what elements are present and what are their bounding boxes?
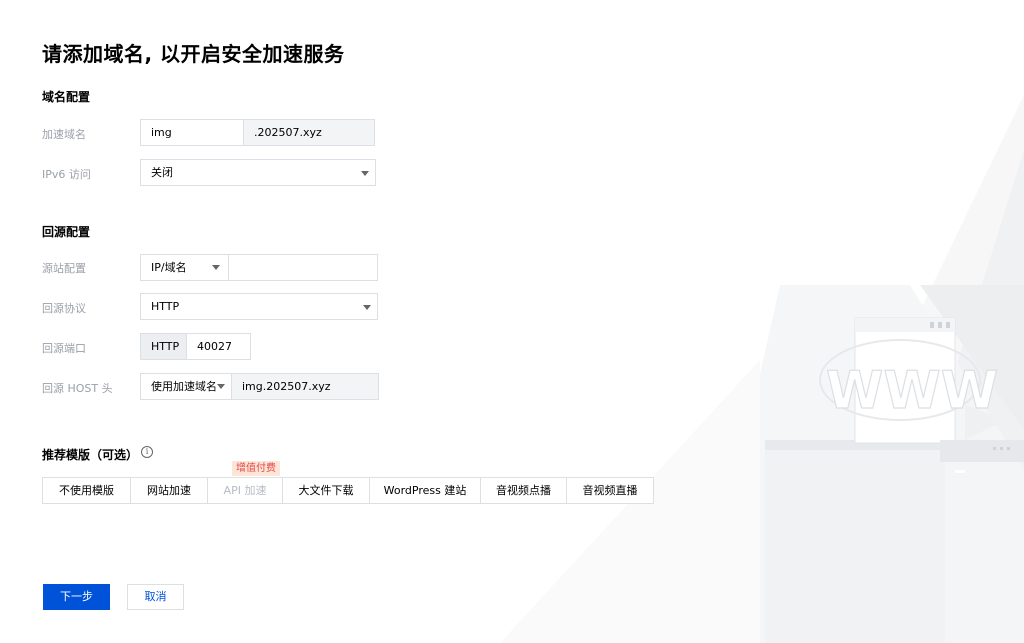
domain-config-title: 域名配置: [42, 90, 91, 104]
tab-wordpress-site[interactable]: WordPress 建站: [370, 478, 481, 503]
origin-type-chevron-down-icon[interactable]: [212, 265, 220, 270]
origin-type-value: IP/域名: [151, 261, 187, 274]
tab-large-file-download[interactable]: 大文件下载: [283, 478, 370, 503]
port-label: 回源端口: [42, 342, 86, 355]
host-type-value: 使用加速域名: [151, 380, 217, 393]
host-label: 回源 HOST 头: [42, 382, 113, 395]
origin-config-title: 回源配置: [42, 225, 91, 239]
accel-domain-label: 加速域名: [42, 128, 86, 141]
protocol-label: 回源协议: [42, 302, 86, 315]
template-tabs: 不使用模版 网站加速 API 加速 大文件下载 WordPress 建站 音视频…: [42, 477, 654, 504]
tab-vod[interactable]: 音视频点播: [481, 478, 567, 503]
page-title: 请添加域名, 以开启安全加速服务: [42, 42, 345, 66]
cancel-button[interactable]: 取消: [127, 584, 184, 610]
protocol-select-value: HTTP: [151, 300, 180, 313]
ipv6-label: IPv6 访问: [42, 168, 91, 181]
origin-label: 源站配置: [42, 262, 86, 275]
host-value: img.202507.xyz: [231, 373, 379, 400]
tab-website-accel[interactable]: 网站加速: [131, 478, 208, 503]
tab-no-template[interactable]: 不使用模版: [43, 478, 131, 503]
accel-domain-prefix-input[interactable]: img: [140, 119, 244, 146]
info-icon[interactable]: i: [141, 446, 153, 458]
tab-api-accel: API 加速: [208, 478, 283, 503]
origin-address-input[interactable]: [228, 254, 378, 281]
ipv6-select[interactable]: 关闭: [140, 159, 376, 186]
paid-badge: 增值付费: [232, 461, 280, 476]
protocol-select[interactable]: HTTP: [140, 293, 378, 320]
port-protocol-prefix: HTTP: [140, 333, 187, 360]
protocol-chevron-down-icon[interactable]: [363, 305, 371, 310]
ipv6-select-value: 关闭: [151, 166, 173, 179]
ipv6-chevron-down-icon[interactable]: [361, 171, 369, 176]
next-step-button[interactable]: 下一步: [43, 584, 110, 610]
host-type-chevron-down-icon[interactable]: [217, 384, 225, 389]
add-domain-form: 请添加域名, 以开启安全加速服务 域名配置 加速域名 img .202507.x…: [0, 0, 1024, 643]
port-input[interactable]: 40027: [186, 333, 251, 360]
tab-live-streaming[interactable]: 音视频直播: [567, 478, 653, 503]
template-title: 推荐模版（可选）: [42, 448, 139, 462]
accel-domain-suffix: .202507.xyz: [243, 119, 375, 146]
